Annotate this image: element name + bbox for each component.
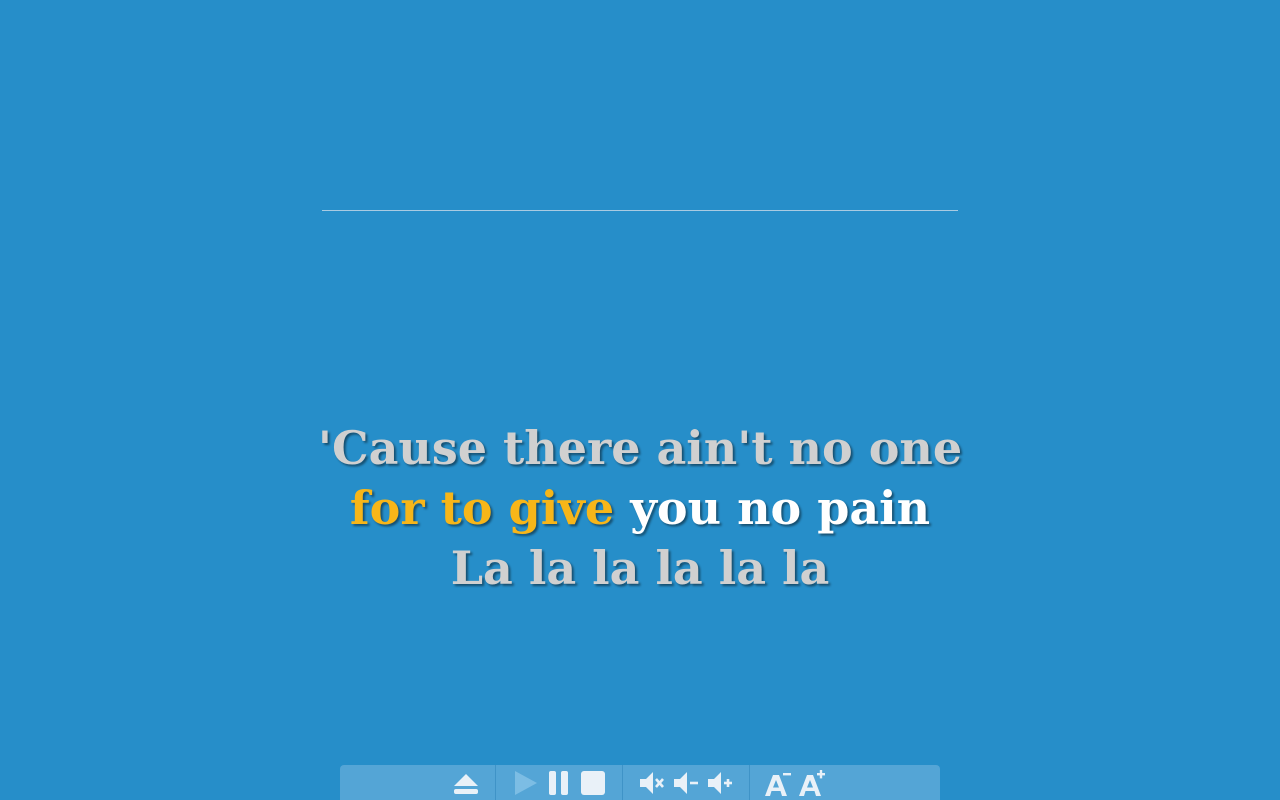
pause-button[interactable] (542, 766, 576, 800)
eject-group (449, 765, 483, 800)
play-button[interactable] (508, 766, 542, 800)
volume-mute-icon (640, 771, 664, 794)
karaoke-player: 'Cause there ain't no one for to give yo… (0, 0, 1280, 800)
font-increase-icon (799, 769, 825, 796)
separator (622, 765, 623, 800)
lyric-unsung-text: you no pain (630, 481, 931, 535)
playback-group (508, 765, 610, 800)
volume-group (635, 765, 737, 800)
font-larger-button[interactable] (795, 766, 829, 800)
separator (495, 765, 496, 800)
lyric-line-current: for to give you no pain (0, 478, 1280, 538)
lyric-line-next: La la la la la la (450, 541, 830, 595)
font-decrease-icon (765, 772, 791, 796)
lyric-sung-text: for to give (349, 481, 615, 535)
stop-button[interactable] (576, 766, 610, 800)
control-bar (340, 765, 940, 800)
volume-up-icon (708, 771, 732, 794)
volume-up-button[interactable] (703, 766, 737, 800)
progress-divider (322, 210, 958, 211)
lyric-line-previous: 'Cause there ain't no one (317, 421, 963, 475)
volume-down-button[interactable] (669, 766, 703, 800)
play-icon (515, 770, 537, 795)
volume-down-icon (674, 771, 698, 794)
pause-icon (549, 770, 568, 795)
mute-button[interactable] (635, 766, 669, 800)
font-smaller-button[interactable] (761, 766, 795, 800)
stop-icon (581, 770, 605, 795)
eject-icon (454, 773, 478, 794)
lyrics-panel: 'Cause there ain't no one for to give yo… (0, 418, 1280, 598)
font-size-group (761, 765, 829, 800)
separator (749, 765, 750, 800)
eject-button[interactable] (449, 766, 483, 800)
